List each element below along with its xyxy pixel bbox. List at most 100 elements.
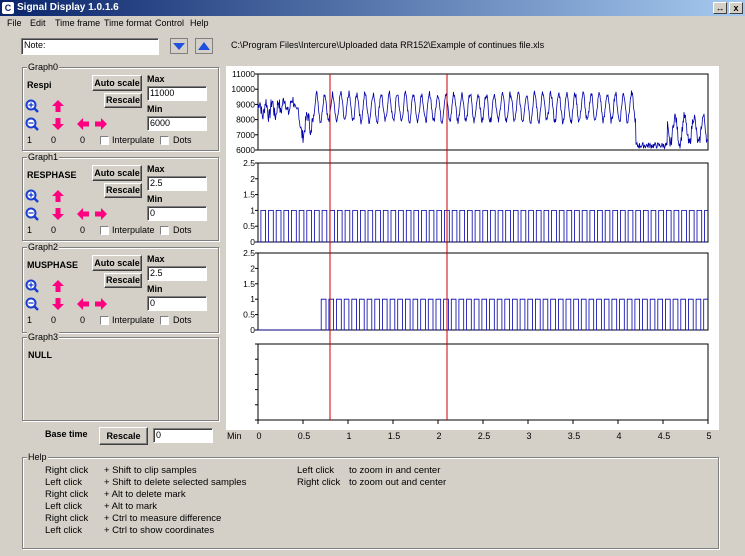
graph2-min-label: Min: [147, 284, 163, 294]
zoom-in-icon[interactable]: [25, 99, 39, 113]
x-tick-label: 5: [706, 431, 712, 441]
graph1-counter: 1: [27, 225, 33, 235]
graph1-min-field[interactable]: 0: [147, 206, 207, 221]
graph2-max-field[interactable]: 2.5: [147, 266, 207, 281]
x-tick-label: 2: [436, 431, 442, 441]
x-tick-label: 2.5: [477, 431, 491, 441]
help-right-desc: to zoom in and center: [349, 465, 441, 476]
menu-file[interactable]: File: [7, 18, 22, 28]
arrow-down-icon: [170, 38, 188, 54]
plot-area[interactable]: 11000 10000 9000 8000 7000 6000 2.5 2 1.5 1 0.5 0 2.…: [226, 66, 719, 430]
graph0-counter: 0: [51, 135, 57, 145]
arrow-up-icon[interactable]: [51, 99, 65, 113]
graph2-interpolate-label: Interpulate: [112, 315, 155, 325]
graph1-max-field[interactable]: 2.5: [147, 176, 207, 191]
graph0-counter: 1: [27, 135, 33, 145]
graph0-min-field[interactable]: 6000: [147, 116, 207, 131]
graph1-auto-scale-button[interactable]: Auto scale: [92, 165, 142, 181]
graph0-counter: 0: [80, 135, 86, 145]
graph2-rescale-button[interactable]: Rescale: [104, 273, 142, 288]
base-time-field[interactable]: 0: [153, 428, 213, 443]
x-tick-label: 0.5: [297, 431, 311, 441]
zoom-in-icon[interactable]: [25, 279, 39, 293]
help-right-action: Right click: [297, 477, 341, 488]
graph2-counter: 0: [51, 315, 57, 325]
zoom-out-icon[interactable]: [25, 297, 39, 311]
arrow-right-icon[interactable]: [94, 207, 108, 221]
y-tick-label: 1.5: [243, 279, 255, 289]
arrow-down-icon[interactable]: [51, 117, 65, 131]
y-tick-label: 0.5: [243, 310, 255, 320]
arrow-down-icon[interactable]: [51, 207, 65, 221]
y-tick-label: 8000: [236, 115, 255, 125]
graph1-dots-checkbox[interactable]: [160, 226, 169, 235]
plot-frame: [257, 343, 709, 421]
graph0-min-label: Min: [147, 104, 163, 114]
help-left-action: Right click: [45, 513, 89, 524]
scroll-up-button[interactable]: [195, 38, 213, 54]
graph2-counter: 0: [80, 315, 86, 325]
help-right-action: Left click: [297, 465, 334, 476]
menu-help[interactable]: Help: [190, 18, 209, 28]
arrow-left-icon[interactable]: [76, 297, 90, 311]
graph0-auto-scale-button[interactable]: Auto scale: [92, 75, 142, 91]
zoom-out-icon[interactable]: [25, 207, 39, 221]
y-tick-label: 10000: [231, 84, 255, 94]
y-tick-label: 7000: [236, 130, 255, 140]
graph1-rescale-button[interactable]: Rescale: [104, 183, 142, 198]
x-tick-label: 0: [256, 431, 262, 441]
x-tick-label: 3: [526, 431, 532, 441]
menu-time-frame[interactable]: Time frame: [55, 18, 100, 28]
resize-button[interactable]: ↔: [713, 2, 727, 14]
base-rescale-button[interactable]: Rescale: [99, 427, 148, 445]
window-title: Signal Display 1.0.1.6: [17, 2, 119, 13]
plots-svg[interactable]: 110001000090008000700060002.521.510.502.…: [226, 66, 719, 430]
y-tick-label: 6000: [236, 145, 255, 155]
graph2-signal-name: MUSPHASE: [27, 260, 79, 270]
graph2-min-field[interactable]: 0: [147, 296, 207, 311]
note-label: Note:: [24, 40, 46, 50]
arrow-right-icon[interactable]: [94, 117, 108, 131]
help-left-desc: + Shift to delete selected samples: [104, 477, 247, 488]
note-field[interactable]: Note:: [21, 38, 159, 55]
help-left-action: Left click: [45, 477, 82, 488]
help-left-desc: + Ctrl to show coordinates: [104, 525, 215, 536]
menu-time-format[interactable]: Time format: [104, 18, 152, 28]
y-tick-label: 0: [250, 325, 255, 335]
graph1-interpolate-label: Interpulate: [112, 225, 155, 235]
graph0-dots-label: Dots: [173, 135, 192, 145]
scroll-down-button[interactable]: [170, 38, 188, 54]
help-left-action: Left click: [45, 525, 82, 536]
x-tick-label: 4.5: [657, 431, 671, 441]
graph2-auto-scale-button[interactable]: Auto scale: [92, 255, 142, 271]
arrow-right-icon[interactable]: [94, 297, 108, 311]
arrow-left-icon[interactable]: [76, 207, 90, 221]
graph0-interpolate-checkbox[interactable]: [100, 136, 109, 145]
graph0-dots-checkbox[interactable]: [160, 136, 169, 145]
help-label: Help: [27, 452, 48, 462]
y-tick-label: 2: [250, 263, 255, 273]
app-icon: C: [2, 2, 14, 14]
menu-control[interactable]: Control: [155, 18, 184, 28]
graph2-dots-checkbox[interactable]: [160, 316, 169, 325]
menu-edit[interactable]: Edit: [30, 18, 46, 28]
zoom-out-icon[interactable]: [25, 117, 39, 131]
arrow-up-icon[interactable]: [51, 279, 65, 293]
graph3-group-label: Graph3: [27, 332, 60, 342]
graph0-rescale-button[interactable]: Rescale: [104, 93, 142, 108]
graph1-interpolate-checkbox[interactable]: [100, 226, 109, 235]
graph0-max-field[interactable]: 11000: [147, 86, 207, 101]
graph0-signal-name: Respi: [27, 80, 52, 90]
y-tick-label: 1.5: [243, 190, 255, 200]
y-tick-label: 0.5: [243, 221, 255, 231]
arrow-left-icon[interactable]: [76, 117, 90, 131]
graph2-interpolate-checkbox[interactable]: [100, 316, 109, 325]
close-button[interactable]: x: [729, 2, 743, 14]
menu-bar: File Edit Time frame Time format Control…: [0, 16, 745, 32]
arrow-up-icon[interactable]: [51, 189, 65, 203]
graph1-signal-name: RESPHASE: [27, 170, 77, 180]
title-bar: C Signal Display 1.0.1.6 ↔ x: [0, 0, 745, 16]
zoom-in-icon[interactable]: [25, 189, 39, 203]
arrow-down-icon[interactable]: [51, 297, 65, 311]
help-left-action: Left click: [45, 501, 82, 512]
